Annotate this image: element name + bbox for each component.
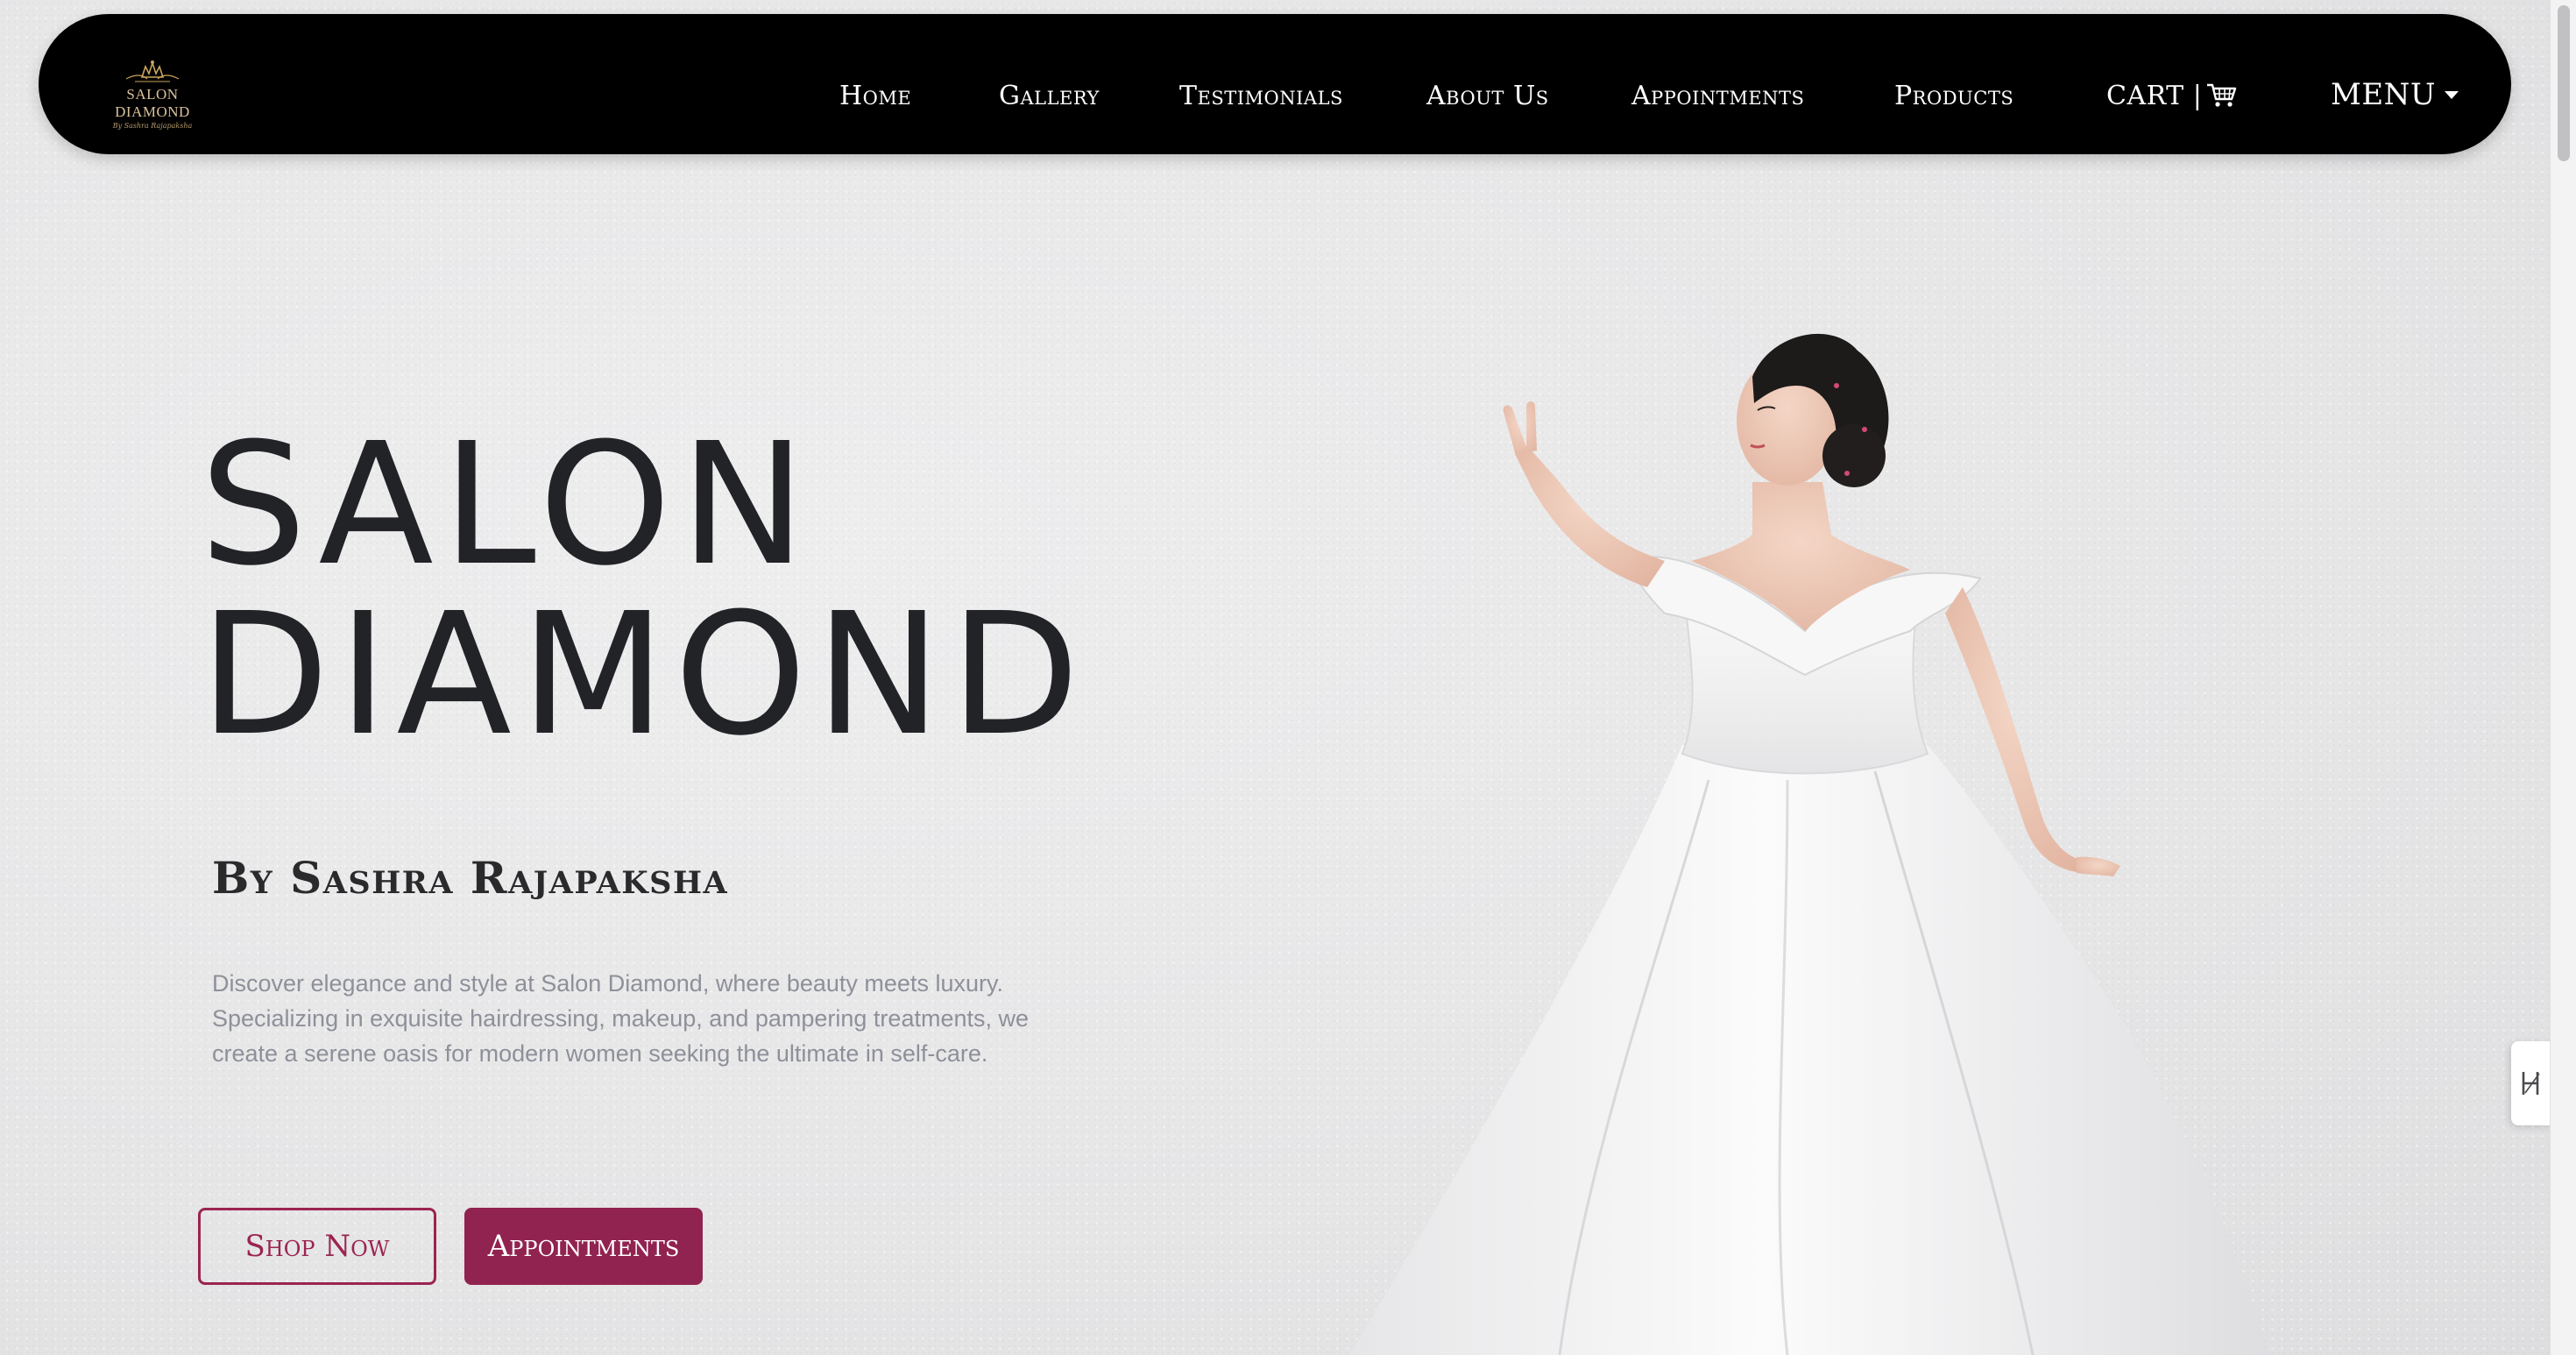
page-scrollbar[interactable] xyxy=(2550,0,2576,1355)
hero-title-line2: DIAMOND xyxy=(200,578,1089,773)
nav-cart-label: CART | xyxy=(2106,81,2203,111)
menu-dropdown[interactable]: MENU xyxy=(2331,77,2459,112)
side-widget[interactable] xyxy=(2511,1041,2551,1125)
h-slash-icon xyxy=(2522,1072,2540,1095)
shop-now-button[interactable]: Shop Now xyxy=(198,1208,436,1285)
appointments-button[interactable]: Appointments xyxy=(464,1208,703,1285)
hero-description: Discover elegance and style at Salon Dia… xyxy=(212,970,1030,1067)
hero-title: SALON DIAMOND xyxy=(200,421,1164,761)
hero-bride-image xyxy=(1349,333,2269,1355)
nav-cart[interactable]: CART | xyxy=(2106,81,2237,111)
page: SALON DIAMOND By Sashra Rajapaksha Home … xyxy=(0,0,2576,1355)
nav-home[interactable]: Home xyxy=(839,81,911,111)
hero-subtitle: By Sashra Rajapaksha xyxy=(212,852,729,904)
nav-appointments[interactable]: Appointments xyxy=(1631,81,1804,111)
nav-testimonials[interactable]: Testimonials xyxy=(1179,81,1343,111)
scrollbar-thumb[interactable] xyxy=(2558,5,2570,161)
nav-about-us[interactable]: About Us xyxy=(1426,81,1549,111)
navbar: SALON DIAMOND By Sashra Rajapaksha Home … xyxy=(39,14,2511,154)
nav-products[interactable]: Products xyxy=(1894,81,2013,111)
nav-gallery[interactable]: Gallery xyxy=(999,81,1100,111)
shopping-cart-icon xyxy=(2207,83,2237,107)
hero-title-line1: SALON xyxy=(200,408,815,603)
menu-label: MENU xyxy=(2331,77,2437,112)
nav-links: Home Gallery Testimonials About Us Appoi… xyxy=(39,14,2511,154)
caret-down-icon xyxy=(2445,91,2459,99)
